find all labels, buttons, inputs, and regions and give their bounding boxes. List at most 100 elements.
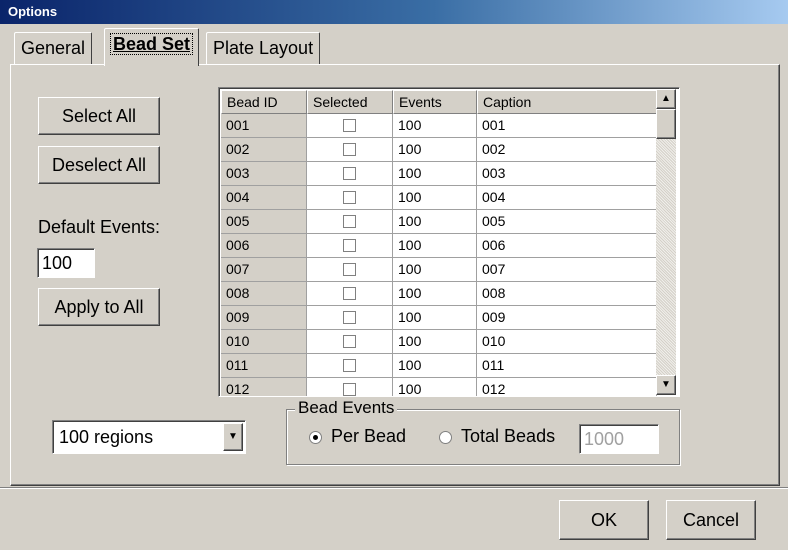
column-header-bead-id[interactable]: Bead ID	[221, 90, 307, 114]
selected-cell[interactable]	[307, 234, 393, 258]
selected-checkbox[interactable]	[343, 118, 356, 132]
total-beads-label: Total Beads	[461, 426, 556, 446]
events-cell[interactable]: 100	[393, 354, 477, 378]
events-cell[interactable]: 100	[393, 210, 477, 234]
events-cell[interactable]: 100	[393, 138, 477, 162]
selected-cell[interactable]	[307, 114, 393, 138]
selected-checkbox[interactable]	[343, 334, 356, 348]
table-row[interactable]: 009 100 009	[221, 306, 657, 330]
tab-bead-set[interactable]: Bead Set	[104, 28, 200, 66]
column-header-selected[interactable]: Selected	[307, 90, 393, 114]
selected-cell[interactable]	[307, 210, 393, 234]
selected-checkbox[interactable]	[343, 214, 356, 228]
bead-events-title: Bead Events	[295, 398, 398, 418]
caption-cell[interactable]: 011	[477, 354, 657, 378]
caption-cell[interactable]: 006	[477, 234, 657, 258]
events-cell[interactable]: 100	[393, 114, 477, 138]
selected-checkbox[interactable]	[343, 310, 356, 324]
bead-id-cell[interactable]: 004	[221, 186, 307, 210]
footer-separator	[0, 487, 788, 489]
tab-general[interactable]: General	[14, 32, 93, 64]
total-beads-radio[interactable]	[439, 430, 452, 444]
caption-cell[interactable]: 004	[477, 186, 657, 210]
bead-id-cell[interactable]: 005	[221, 210, 307, 234]
table-row[interactable]: 010 100 010	[221, 330, 657, 354]
chevron-down-icon[interactable]: ▼	[223, 423, 243, 451]
deselect-all-button[interactable]: Deselect All	[38, 146, 160, 184]
regions-dropdown[interactable]: 100 regions ▼	[52, 420, 246, 454]
column-header-caption[interactable]: Caption	[477, 90, 657, 114]
selected-cell[interactable]	[307, 330, 393, 354]
selected-cell[interactable]	[307, 138, 393, 162]
selected-cell[interactable]	[307, 378, 393, 396]
apply-to-all-button[interactable]: Apply to All	[38, 288, 160, 326]
bead-id-cell[interactable]: 010	[221, 330, 307, 354]
bead-id-cell[interactable]: 003	[221, 162, 307, 186]
table-row[interactable]: 011 100 011	[221, 354, 657, 378]
events-cell[interactable]: 100	[393, 330, 477, 354]
selected-cell[interactable]	[307, 282, 393, 306]
tab-plate-layout[interactable]: Plate Layout	[206, 32, 321, 64]
scroll-thumb[interactable]	[656, 109, 676, 139]
bead-id-cell[interactable]: 002	[221, 138, 307, 162]
events-cell[interactable]: 100	[393, 378, 477, 396]
default-events-input[interactable]: 100	[37, 248, 95, 278]
selected-checkbox[interactable]	[343, 262, 356, 276]
table-row[interactable]: 007 100 007	[221, 258, 657, 282]
per-bead-radio[interactable]	[309, 430, 322, 444]
selected-cell[interactable]	[307, 258, 393, 282]
bead-grid-body: Bead ID Selected Events Caption 001 100 00…	[221, 90, 657, 396]
ok-button[interactable]: OK	[559, 500, 649, 540]
caption-cell[interactable]: 007	[477, 258, 657, 282]
select-all-button[interactable]: Select All	[38, 97, 160, 135]
table-row[interactable]: 001 100 001	[221, 114, 657, 138]
bead-id-cell[interactable]: 007	[221, 258, 307, 282]
table-row[interactable]: 012 100 012	[221, 378, 657, 396]
scroll-down-arrow-icon[interactable]: ▼	[656, 375, 676, 395]
bead-id-cell[interactable]: 012	[221, 378, 307, 396]
events-cell[interactable]: 100	[393, 258, 477, 282]
selected-checkbox[interactable]	[343, 142, 356, 156]
selected-checkbox[interactable]	[343, 382, 356, 396]
cancel-button[interactable]: Cancel	[666, 500, 756, 540]
caption-cell[interactable]: 003	[477, 162, 657, 186]
total-beads-input[interactable]: 1000	[579, 424, 659, 454]
bead-id-cell[interactable]: 009	[221, 306, 307, 330]
events-cell[interactable]: 100	[393, 186, 477, 210]
caption-cell[interactable]: 012	[477, 378, 657, 396]
table-row[interactable]: 004 100 004	[221, 186, 657, 210]
caption-cell[interactable]: 005	[477, 210, 657, 234]
table-row[interactable]: 008 100 008	[221, 282, 657, 306]
grid-vertical-scrollbar[interactable]: ▲ ▼	[656, 89, 676, 395]
events-cell[interactable]: 100	[393, 234, 477, 258]
total-beads-option[interactable]: Total Beads	[439, 426, 555, 447]
bead-id-cell[interactable]: 008	[221, 282, 307, 306]
selected-cell[interactable]	[307, 162, 393, 186]
caption-cell[interactable]: 010	[477, 330, 657, 354]
selected-checkbox[interactable]	[343, 190, 356, 204]
selected-cell[interactable]	[307, 186, 393, 210]
column-header-events[interactable]: Events	[393, 90, 477, 114]
bead-id-cell[interactable]: 001	[221, 114, 307, 138]
selected-checkbox[interactable]	[343, 358, 356, 372]
events-cell[interactable]: 100	[393, 282, 477, 306]
selected-checkbox[interactable]	[343, 166, 356, 180]
selected-checkbox[interactable]	[343, 286, 356, 300]
caption-cell[interactable]: 002	[477, 138, 657, 162]
table-row[interactable]: 006 100 006	[221, 234, 657, 258]
selected-cell[interactable]	[307, 354, 393, 378]
caption-cell[interactable]: 008	[477, 282, 657, 306]
caption-cell[interactable]: 009	[477, 306, 657, 330]
selected-cell[interactable]	[307, 306, 393, 330]
selected-checkbox[interactable]	[343, 238, 356, 252]
bead-id-cell[interactable]: 006	[221, 234, 307, 258]
events-cell[interactable]: 100	[393, 306, 477, 330]
table-row[interactable]: 005 100 005	[221, 210, 657, 234]
events-cell[interactable]: 100	[393, 162, 477, 186]
scroll-up-arrow-icon[interactable]: ▲	[656, 89, 676, 109]
table-row[interactable]: 002 100 002	[221, 138, 657, 162]
caption-cell[interactable]: 001	[477, 114, 657, 138]
table-row[interactable]: 003 100 003	[221, 162, 657, 186]
per-bead-option[interactable]: Per Bead	[309, 426, 406, 447]
bead-id-cell[interactable]: 011	[221, 354, 307, 378]
